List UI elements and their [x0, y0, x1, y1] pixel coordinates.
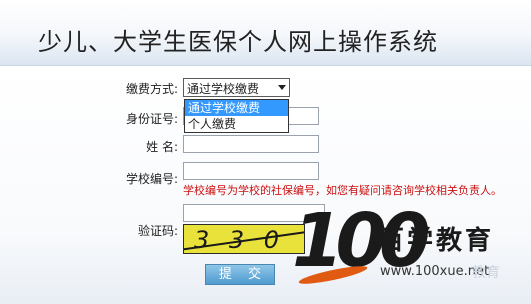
school-code-input[interactable] [183, 162, 319, 180]
payment-method-label: 缴费方式: [125, 82, 178, 96]
brand-name: 百学教育 [378, 226, 495, 256]
captcha-image[interactable]: 3 3 0 9 [183, 224, 305, 254]
page-title: 少儿、大学生医保个人网上操作系统 [38, 28, 438, 56]
id-number-label: 身份证号: [125, 112, 178, 126]
watermark-logo: 100 百学教育 www.100xue.net 教育 [292, 202, 531, 304]
submit-button[interactable]: 提 交 [205, 264, 275, 285]
school-code-label: 学校编号: [125, 172, 178, 186]
header-banner: 少儿、大学生医保个人网上操作系统 [0, 0, 531, 66]
payment-option-school[interactable]: 通过学校缴费 [185, 100, 288, 116]
ghost-watermark-text: 教育 [472, 265, 500, 281]
payment-method-dropdown: 通过学校缴费 个人缴费 [184, 99, 289, 133]
captcha-label: 验证码: [137, 224, 178, 238]
payment-option-personal[interactable]: 个人缴费 [185, 116, 288, 132]
chevron-down-icon[interactable] [278, 85, 286, 90]
name-label: 姓 名: [146, 140, 178, 154]
school-code-hint: 学校编号为学校的社保编号，如您有疑问请咨询学校相关负责人。 [183, 184, 502, 197]
payment-method-value: 通过学校缴费 [187, 82, 260, 96]
payment-method-select[interactable]: 通过学校缴费 [183, 78, 290, 97]
name-input[interactable] [183, 135, 319, 153]
